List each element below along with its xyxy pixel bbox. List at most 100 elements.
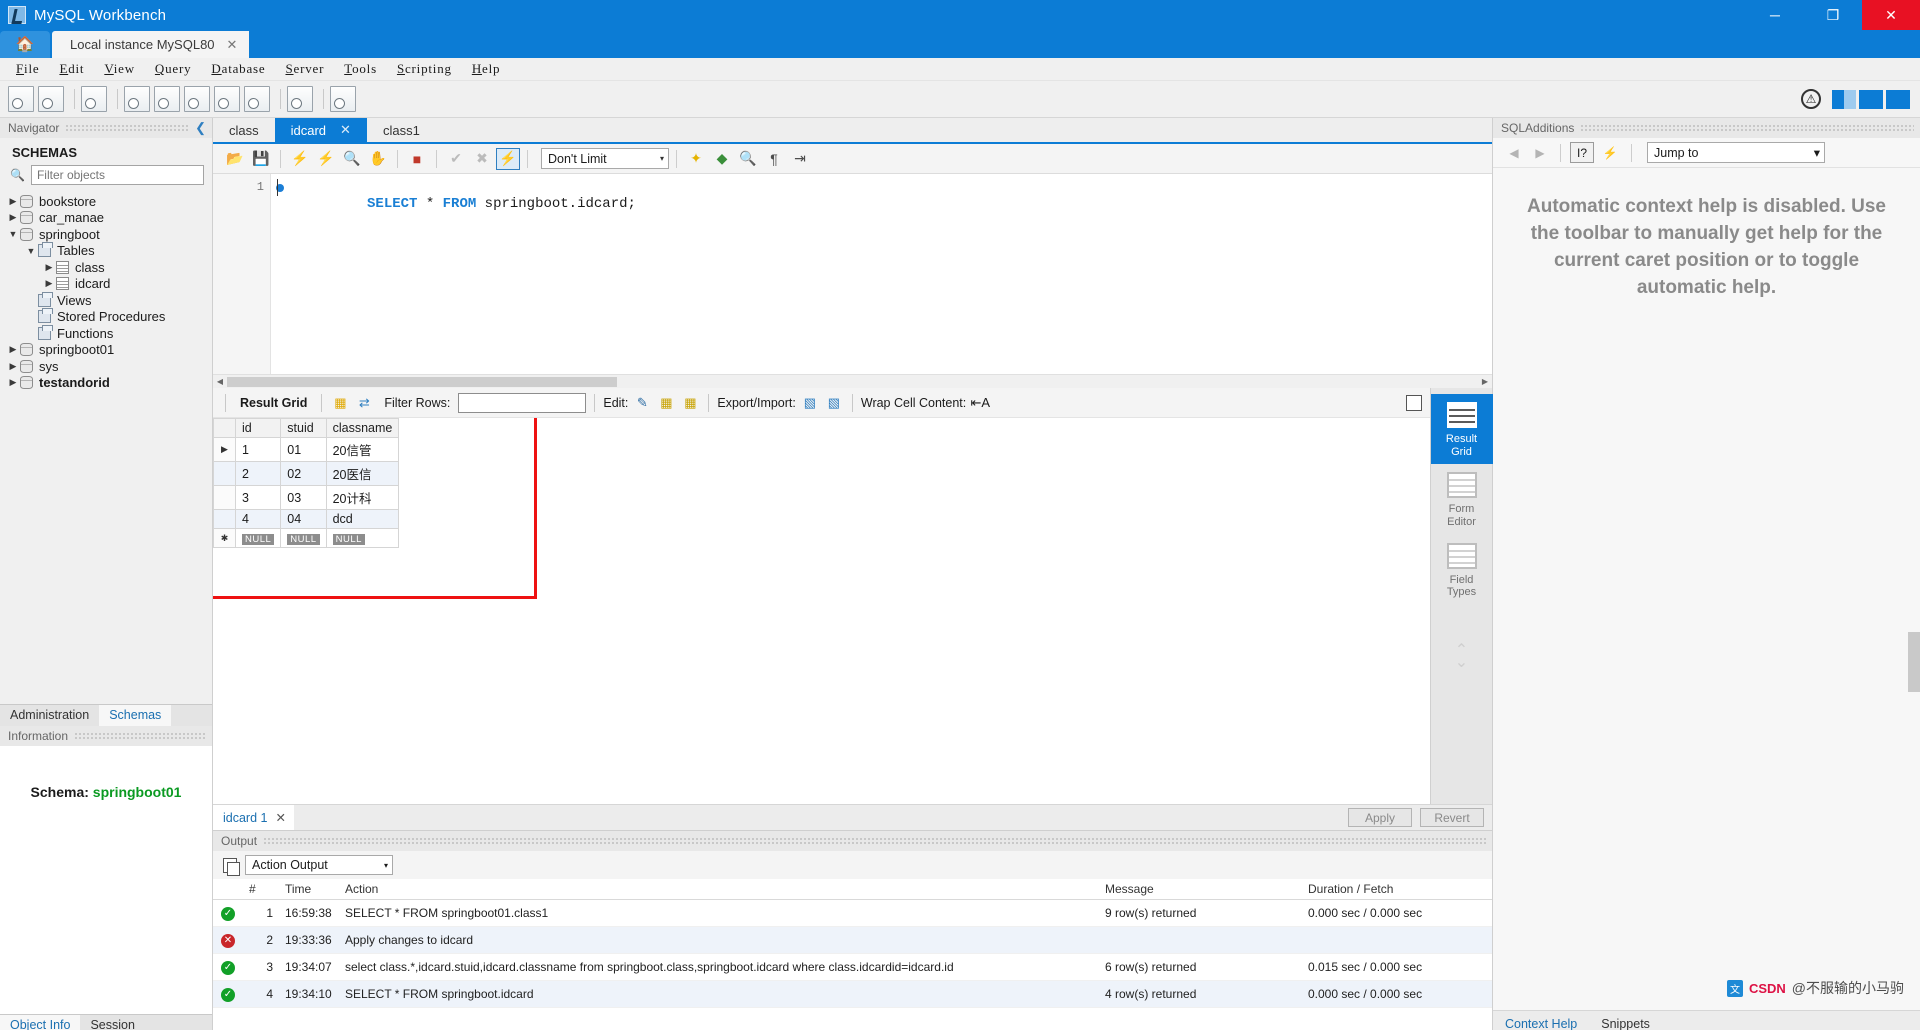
menu-server[interactable]: Server bbox=[275, 59, 334, 79]
chevron-right-icon[interactable]: ▶ bbox=[42, 262, 56, 273]
result-grid-table[interactable]: id stuid classname ▶ 1 01 20信管 2 02 20医信 3 03 20计科 4 0… bbox=[213, 418, 400, 548]
chevron-right-icon[interactable]: ▶ bbox=[6, 377, 20, 388]
close-button[interactable]: ✕ bbox=[1862, 0, 1920, 30]
minimize-button[interactable]: ─ bbox=[1746, 0, 1804, 30]
result-grid-row[interactable]: 4 04 dcd bbox=[213, 509, 400, 529]
create-view-icon[interactable] bbox=[184, 86, 210, 112]
close-icon[interactable]: ✕ bbox=[340, 122, 351, 138]
sql-text[interactable]: SELECT * FROM springboot.idcard; bbox=[271, 174, 636, 374]
execute-icon[interactable]: ⚡ bbox=[288, 148, 312, 170]
output-column-header[interactable]: Duration / Fetch bbox=[1302, 879, 1492, 900]
chevron-right-icon[interactable]: ▶ bbox=[6, 196, 20, 207]
beautify-icon[interactable]: ✦ bbox=[684, 148, 708, 170]
snippet-icon[interactable]: ◆ bbox=[710, 148, 734, 170]
panel-right-toggle[interactable] bbox=[1886, 89, 1910, 109]
maximize-button[interactable]: ❐ bbox=[1804, 0, 1862, 30]
toggle-breakpoint-icon[interactable]: ■ bbox=[405, 148, 429, 170]
copy-icon[interactable] bbox=[223, 857, 240, 876]
context-help-icon[interactable]: I? bbox=[1570, 142, 1594, 163]
output-column-header[interactable]: # bbox=[243, 879, 279, 900]
toggle-auto-help-icon[interactable]: ⚡ bbox=[1598, 142, 1622, 163]
panel-bottom-toggle[interactable] bbox=[1859, 89, 1883, 109]
scroll-left-icon[interactable]: ◀ bbox=[213, 377, 227, 386]
action-output-table[interactable]: # Time Action Message Duration / Fetch ✓ 1 16:5… bbox=[213, 879, 1492, 1008]
scroll-down-icon[interactable]: ⌄ bbox=[1455, 654, 1468, 670]
search-data-icon[interactable] bbox=[287, 86, 313, 112]
maximize-panel-icon[interactable] bbox=[1406, 394, 1422, 411]
menu-query[interactable]: Query bbox=[145, 59, 202, 79]
stop-icon[interactable]: ✋ bbox=[366, 148, 390, 170]
sql-code-editor[interactable]: 1 SELECT * FROM springboot.idcard; bbox=[213, 174, 1492, 374]
result-grid-row[interactable]: 3 03 20计科 bbox=[213, 485, 400, 510]
save-file-icon[interactable]: 💾 bbox=[249, 148, 273, 170]
rollback-icon[interactable]: ✖ bbox=[470, 148, 494, 170]
revert-button[interactable]: Revert bbox=[1420, 808, 1484, 827]
menu-tools[interactable]: Tools bbox=[334, 59, 387, 79]
result-grid-row[interactable]: 2 02 20医信 bbox=[213, 461, 400, 486]
tree-node-idcard[interactable]: ▶ idcard bbox=[0, 276, 212, 293]
open-file-icon[interactable]: 📂 bbox=[223, 148, 247, 170]
grid-view-icon[interactable]: ▦ bbox=[330, 394, 350, 412]
editor-tab-class1[interactable]: class1 bbox=[367, 118, 436, 142]
output-column-header[interactable]: Message bbox=[1099, 879, 1302, 900]
menu-view[interactable]: View bbox=[94, 59, 145, 79]
server-status-icon[interactable] bbox=[81, 86, 107, 112]
execute-current-statement-icon[interactable]: ⚡ bbox=[314, 148, 338, 170]
result-grid-cell[interactable]: 2 bbox=[234, 461, 282, 486]
row-selector-header[interactable] bbox=[213, 418, 236, 438]
result-grid-cell[interactable]: 4 bbox=[234, 509, 282, 529]
commit-icon[interactable]: ✔ bbox=[444, 148, 468, 170]
home-tab-button[interactable]: 🏠 bbox=[0, 31, 50, 58]
column-header-id[interactable]: id bbox=[234, 418, 282, 438]
tree-node-testandorid[interactable]: ▶ testandorid bbox=[0, 375, 212, 392]
new-sql-tab-icon[interactable] bbox=[8, 86, 34, 112]
autocommit-icon[interactable]: ⚡ bbox=[496, 147, 520, 170]
forward-icon[interactable]: ▶ bbox=[1529, 146, 1551, 160]
scroll-thumb[interactable] bbox=[227, 376, 617, 387]
chevron-down-icon[interactable]: ▼ bbox=[6, 229, 20, 239]
instance-tab-local-mysql80[interactable]: Local instance MySQL80 ✕ bbox=[52, 31, 250, 58]
chevron-right-icon[interactable]: ▶ bbox=[6, 361, 20, 372]
import-recordset-icon[interactable]: ▧ bbox=[824, 394, 844, 412]
tab-context-help[interactable]: Context Help bbox=[1493, 1017, 1589, 1030]
filter-rows-input[interactable] bbox=[458, 392, 587, 413]
scroll-track[interactable] bbox=[227, 375, 1478, 388]
open-sql-script-icon[interactable] bbox=[38, 86, 64, 112]
create-schema-icon[interactable] bbox=[124, 86, 150, 112]
output-type-select[interactable]: Action Output ▾ bbox=[245, 855, 393, 875]
invisible-chars-icon[interactable]: ¶ bbox=[762, 148, 786, 170]
result-grid-cell[interactable]: 1 bbox=[234, 437, 282, 462]
tree-node-sys[interactable]: ▶ sys bbox=[0, 358, 212, 375]
tree-node-bookstore[interactable]: ▶ bookstore bbox=[0, 193, 212, 210]
tree-node-car_manae[interactable]: ▶ car_manae bbox=[0, 210, 212, 227]
row-selector[interactable]: ▶ bbox=[213, 437, 236, 462]
tab-object-info[interactable]: Object Info bbox=[0, 1015, 81, 1030]
close-icon[interactable]: ✕ bbox=[227, 37, 238, 53]
collapse-icon[interactable]: ❮ bbox=[195, 120, 212, 136]
panel-left-toggle[interactable] bbox=[1832, 89, 1856, 109]
edit-row-icon[interactable]: ✎ bbox=[632, 394, 652, 412]
tree-node-tables[interactable]: ▼ Tables bbox=[0, 242, 212, 260]
result-view-form-editor[interactable]: Form Editor bbox=[1431, 464, 1493, 534]
tree-node-class[interactable]: ▶ class bbox=[0, 259, 212, 276]
tree-node-functions[interactable]: Functions bbox=[0, 324, 212, 342]
result-grid-cell[interactable]: NULL bbox=[280, 528, 327, 548]
export-recordset-icon[interactable]: ▧ bbox=[800, 394, 820, 412]
find-icon[interactable]: 🔍 bbox=[736, 148, 760, 170]
sidebar-tab-administration[interactable]: Administration bbox=[0, 705, 99, 726]
row-selector[interactable] bbox=[213, 461, 236, 486]
resultset-tab-idcard-1[interactable]: idcard 1 ✕ bbox=[213, 804, 294, 831]
row-selector[interactable] bbox=[213, 509, 236, 529]
scroll-right-icon[interactable]: ▶ bbox=[1478, 377, 1492, 386]
chevron-right-icon[interactable]: ▶ bbox=[42, 278, 56, 289]
menu-help[interactable]: Help bbox=[462, 59, 511, 79]
result-grid-cell[interactable]: 20医信 bbox=[325, 461, 400, 486]
back-icon[interactable]: ◀ bbox=[1503, 146, 1525, 160]
result-grid-cell[interactable]: 02 bbox=[280, 461, 327, 486]
menu-scripting[interactable]: Scripting bbox=[387, 59, 462, 79]
create-table-icon[interactable] bbox=[154, 86, 180, 112]
menu-edit[interactable]: Edit bbox=[49, 59, 94, 79]
row-selector[interactable] bbox=[213, 485, 236, 510]
tree-node-springboot01[interactable]: ▶ springboot01 bbox=[0, 342, 212, 359]
result-grid-cell[interactable]: 20计科 bbox=[325, 485, 400, 510]
